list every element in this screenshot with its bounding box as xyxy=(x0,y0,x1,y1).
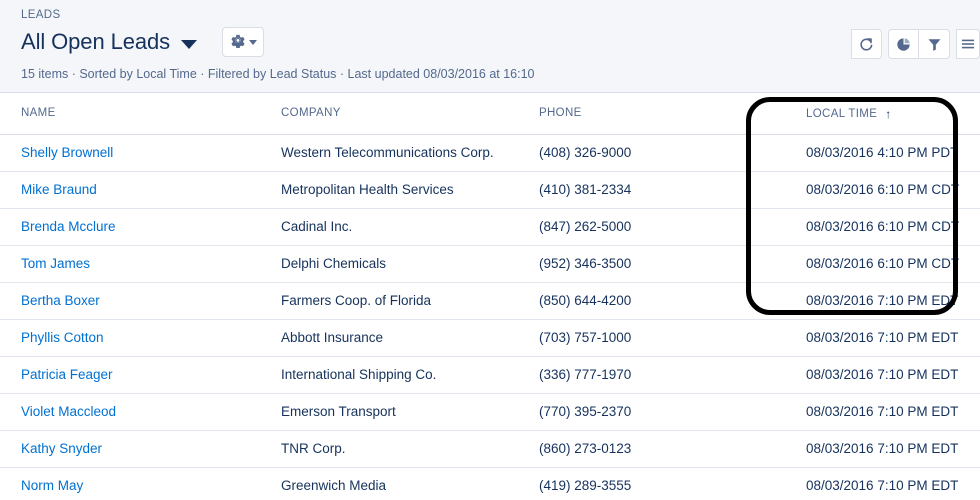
breadcrumb-object-label: LEADS xyxy=(21,9,61,21)
cell-phone: (770) 395-2370 xyxy=(518,393,778,431)
cell-company: Emerson Transport xyxy=(260,393,518,431)
cell-company: International Shipping Co. xyxy=(260,356,518,394)
table-row[interactable]: Bertha Boxer Farmers Coop. of Florida (850… xyxy=(0,282,980,320)
pie-chart-icon xyxy=(897,37,910,51)
table-row[interactable]: Norm May Greenwich Media (419) 289-3555 08/… xyxy=(0,467,980,500)
cell-name: Kathy Snyder xyxy=(0,430,260,468)
cell-phone: (336) 777-1970 xyxy=(518,356,778,394)
cell-name: Tom James xyxy=(0,245,260,283)
lead-name-link[interactable]: Violet Maccleod xyxy=(21,404,116,419)
list-meta-info: 15 items · Sorted by Local Time · Filter… xyxy=(21,67,535,81)
leads-list-view: LEADS All Open Leads 15 items · Sorted b… xyxy=(0,0,980,500)
table-row[interactable]: Patricia Feager International Shipping Co… xyxy=(0,356,980,394)
refresh-button-group xyxy=(851,29,882,59)
lead-name-link[interactable]: Kathy Snyder xyxy=(21,441,102,456)
gear-icon xyxy=(230,32,246,53)
table-header-row: NAME COMPANY PHONE LOCAL TIME ↑ xyxy=(0,93,980,135)
cell-name: Mike Braund xyxy=(0,171,260,209)
cell-company: Cadinal Inc. xyxy=(260,208,518,246)
table-head: NAME COMPANY PHONE LOCAL TIME ↑ xyxy=(0,93,980,135)
cell-phone: (850) 644-4200 xyxy=(518,282,778,320)
cell-name: Shelly Brownell xyxy=(0,134,260,172)
list-view-controls-button[interactable] xyxy=(222,27,265,57)
table-row[interactable]: Phyllis Cotton Abbott Insurance (703) 757-… xyxy=(0,319,980,357)
cell-name: Patricia Feager xyxy=(0,356,260,394)
page-title: All Open Leads xyxy=(21,29,171,54)
cell-local-time: 08/03/2016 6:10 PM CDT xyxy=(778,245,980,283)
column-header-phone[interactable]: PHONE xyxy=(518,93,778,135)
refresh-icon xyxy=(860,37,873,51)
cell-company: Western Telecommunications Corp. xyxy=(260,134,518,172)
cell-phone: (410) 381-2334 xyxy=(518,171,778,209)
column-header-label: LOCAL TIME xyxy=(806,108,878,121)
cell-name: Norm May xyxy=(0,467,260,500)
table-body: Shelly Brownell Western Telecommunication… xyxy=(0,134,980,500)
table-row[interactable]: Tom James Delphi Chemicals (952) 346-3500 0… xyxy=(0,245,980,283)
page-header: LEADS All Open Leads 15 items · Sorted b… xyxy=(0,0,980,93)
display-options-button-group xyxy=(956,29,980,59)
column-header-label: NAME xyxy=(21,107,56,120)
cell-company: Farmers Coop. of Florida xyxy=(260,282,518,320)
charts-button[interactable] xyxy=(888,29,919,59)
lead-name-link[interactable]: Brenda Mcclure xyxy=(21,219,116,234)
table-row[interactable]: Kathy Snyder TNR Corp. (860) 273-0123 08/03… xyxy=(0,430,980,468)
column-header-name[interactable]: NAME xyxy=(0,93,260,135)
cell-phone: (703) 757-1000 xyxy=(518,319,778,357)
chevron-down-icon xyxy=(248,39,257,45)
list-view-icon xyxy=(961,39,975,49)
lead-name-link[interactable]: Norm May xyxy=(21,478,83,493)
table-row[interactable]: Mike Braund Metropolitan Health Services(… xyxy=(0,171,980,209)
cell-local-time: 08/03/2016 7:10 PM EDT xyxy=(778,467,980,500)
lead-name-link[interactable]: Mike Braund xyxy=(21,182,97,197)
cell-phone: (419) 289-3555 xyxy=(518,467,778,500)
cell-local-time: 08/03/2016 7:10 PM EDT xyxy=(778,282,980,320)
title-row: All Open Leads xyxy=(21,25,964,59)
cell-name: Phyllis Cotton xyxy=(0,319,260,357)
cell-company: Delphi Chemicals xyxy=(260,245,518,283)
cell-local-time: 08/03/2016 4:10 PM PDT xyxy=(778,134,980,172)
cell-company: TNR Corp. xyxy=(260,430,518,468)
header-actions xyxy=(845,29,980,59)
cell-local-time: 08/03/2016 6:10 PM CDT xyxy=(778,171,980,209)
cell-company: Abbott Insurance xyxy=(260,319,518,357)
cell-name: Bertha Boxer xyxy=(0,282,260,320)
cell-phone: (860) 273-0123 xyxy=(518,430,778,468)
lead-name-link[interactable]: Patricia Feager xyxy=(21,367,113,382)
display-options-button[interactable] xyxy=(956,29,980,59)
cell-name: Brenda Mcclure xyxy=(0,208,260,246)
column-header-local-time[interactable]: LOCAL TIME ↑ xyxy=(778,93,980,135)
chevron-down-icon[interactable] xyxy=(181,39,198,49)
leads-table: NAME COMPANY PHONE LOCAL TIME ↑ Shelly Br… xyxy=(0,93,980,500)
cell-local-time: 08/03/2016 7:10 PM EDT xyxy=(778,430,980,468)
column-header-company[interactable]: COMPANY xyxy=(260,93,518,135)
cell-local-time: 08/03/2016 6:10 PM CDT xyxy=(778,208,980,246)
cell-local-time: 08/03/2016 7:10 PM EDT xyxy=(778,393,980,431)
cell-phone: (847) 262-5000 xyxy=(518,208,778,246)
lead-name-link[interactable]: Tom James xyxy=(21,256,90,271)
table-row[interactable]: Violet Maccleod Emerson Transport (770) 39… xyxy=(0,393,980,431)
sort-ascending-icon: ↑ xyxy=(885,107,892,122)
cell-name: Violet Maccleod xyxy=(0,393,260,431)
cell-company: Metropolitan Health Services xyxy=(260,171,518,209)
cell-phone: (408) 326-9000 xyxy=(518,134,778,172)
filter-icon xyxy=(928,38,940,51)
lead-name-link[interactable]: Bertha Boxer xyxy=(21,293,100,308)
cell-local-time: 08/03/2016 7:10 PM EDT xyxy=(778,356,980,394)
view-tools-button-group xyxy=(888,29,950,59)
table-row[interactable]: Shelly Brownell Western Telecommunication… xyxy=(0,134,980,172)
column-header-label: PHONE xyxy=(539,107,582,120)
cell-company: Greenwich Media xyxy=(260,467,518,500)
lead-name-link[interactable]: Phyllis Cotton xyxy=(21,330,104,345)
refresh-button[interactable] xyxy=(851,29,882,59)
column-header-label: COMPANY xyxy=(281,107,341,120)
filter-button[interactable] xyxy=(919,29,950,59)
table-row[interactable]: Brenda Mcclure Cadinal Inc. (847) 262-5000… xyxy=(0,208,980,246)
cell-phone: (952) 346-3500 xyxy=(518,245,778,283)
lead-name-link[interactable]: Shelly Brownell xyxy=(21,145,113,160)
cell-local-time: 08/03/2016 7:10 PM EDT xyxy=(778,319,980,357)
